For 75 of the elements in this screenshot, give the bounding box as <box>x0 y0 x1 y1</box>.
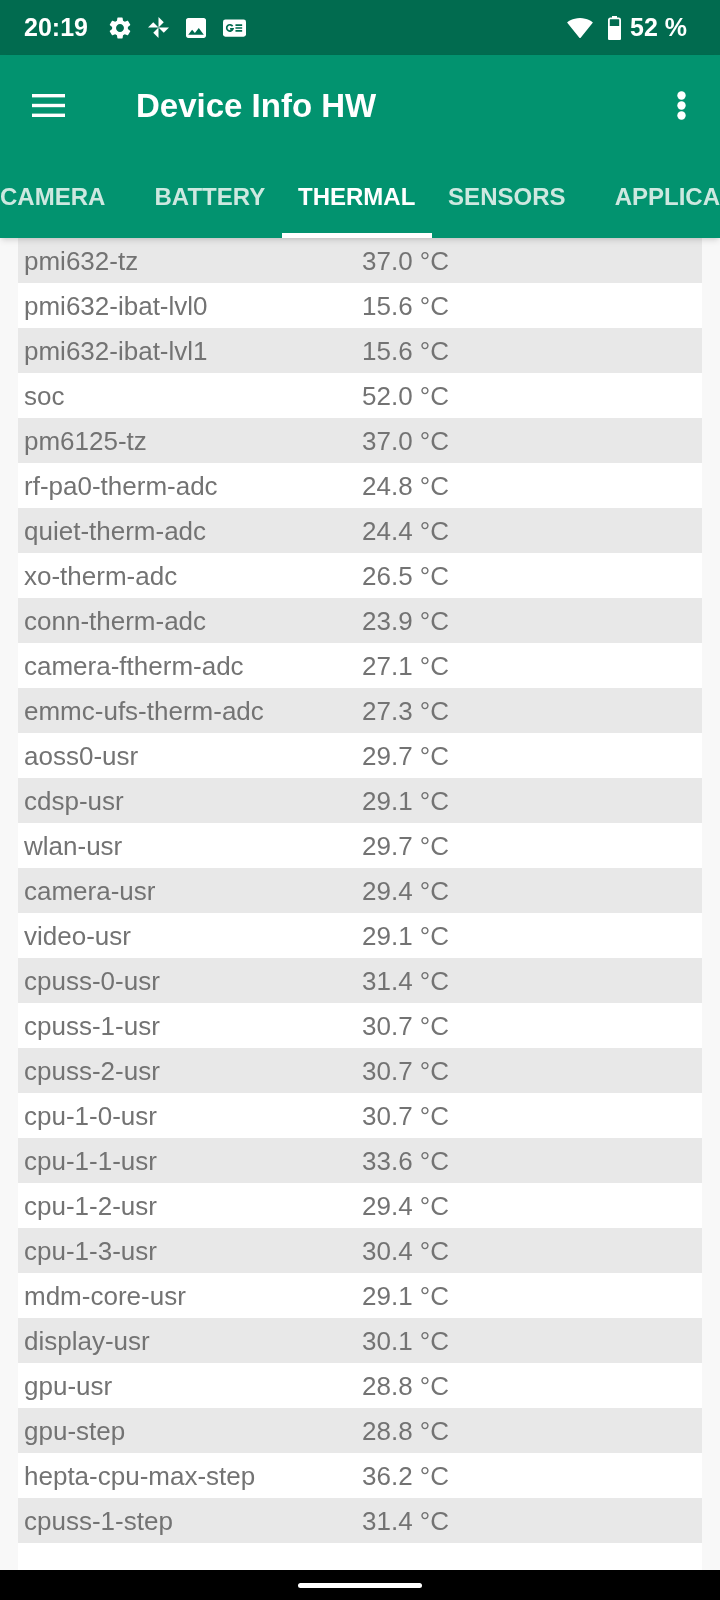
temperature-value: 27.3 °C <box>362 697 449 724</box>
temperature-value: 30.7 °C <box>362 1012 449 1039</box>
sensor-name: cpu-1-2-usr <box>24 1192 158 1219</box>
battery-percentage: 52 % <box>630 15 687 40</box>
sensor-name: soc <box>24 382 66 409</box>
temperature-value: 36.2 °C <box>362 1462 449 1489</box>
temperature-value: 37.0 °C <box>362 427 449 454</box>
temperature-value: 29.4 °C <box>362 877 449 904</box>
tab[interactable]: CAMERA <box>0 155 139 238</box>
temperature-value: 37.0 °C <box>362 247 449 274</box>
home-indicator[interactable] <box>298 1582 422 1588</box>
clock-time: 20:19 <box>24 15 88 40</box>
sensor-name: camera-ftherm-adc <box>24 652 245 679</box>
wifi-icon <box>567 17 593 38</box>
temperature-value: 29.1 °C <box>362 787 449 814</box>
temperature-value: 33.6 °C <box>362 1147 449 1174</box>
app-title: Device Info HW <box>136 88 377 122</box>
sensor-name: quiet-therm-adc <box>24 517 208 544</box>
pinwheel-icon <box>147 17 169 38</box>
temperature-value: 29.7 °C <box>362 832 449 859</box>
sensor-name: cpuss-1-step <box>24 1507 174 1534</box>
temperature-value: 26.5 °C <box>362 562 449 589</box>
temperature-value: 29.4 °C <box>362 1192 449 1219</box>
battery-icon <box>608 15 621 40</box>
temperature-value: 30.1 °C <box>362 1327 449 1354</box>
tab[interactable]: BATTERY <box>138 155 282 238</box>
tab[interactable]: THERMAL <box>281 155 432 238</box>
sensor-name: conn-therm-adc <box>24 607 208 634</box>
temperature-value: 28.8 °C <box>362 1417 449 1444</box>
sensor-name: cpuss-0-usr <box>24 967 161 994</box>
sensor-name: video-usr <box>24 922 132 949</box>
temperature-value: 30.7 °C <box>362 1102 449 1129</box>
tab[interactable]: SENSORS <box>431 155 582 238</box>
sensor-name: pmi632-ibat-lvl1 <box>24 337 209 364</box>
sensor-name: display-usr <box>24 1327 151 1354</box>
sensor-name: pmi632-ibat-lvl0 <box>24 292 209 319</box>
sensor-name: cpu-1-1-usr <box>24 1147 158 1174</box>
temperature-value: 31.4 °C <box>362 1507 449 1534</box>
temperature-value: 29.7 °C <box>362 742 449 769</box>
menu-icon <box>32 93 65 117</box>
sensor-name: camera-usr <box>24 877 157 904</box>
temperature-value: 30.7 °C <box>362 1057 449 1084</box>
temperature-value: 29.1 °C <box>362 1282 449 1309</box>
temperature-value: 24.4 °C <box>362 517 449 544</box>
sensor-name: mdm-core-usr <box>24 1282 187 1309</box>
tab[interactable]: APPLICA <box>581 155 720 238</box>
news-card-icon <box>222 18 246 37</box>
sensor-name: pmi632-tz <box>24 247 140 274</box>
sensor-name: cpu-1-0-usr <box>24 1102 158 1129</box>
temperature-value: 27.1 °C <box>362 652 449 679</box>
temperature-value: 29.1 °C <box>362 922 449 949</box>
temperature-value: 23.9 °C <box>362 607 449 634</box>
sensor-name: cdsp-usr <box>24 787 125 814</box>
sensor-name: cpuss-2-usr <box>24 1057 161 1084</box>
sensor-name: hepta-cpu-max-step <box>24 1462 257 1489</box>
more-options-icon <box>677 90 686 120</box>
sensor-name: pm6125-tz <box>24 427 148 454</box>
temperature-value: 28.8 °C <box>362 1372 449 1399</box>
temperature-value: 24.8 °C <box>362 472 449 499</box>
image-icon <box>185 17 206 38</box>
sensor-name: cpu-1-3-usr <box>24 1237 158 1264</box>
sensor-name: gpu-usr <box>24 1372 114 1399</box>
sensor-name: aoss0-usr <box>24 742 140 769</box>
sensor-name: gpu-step <box>24 1417 127 1444</box>
sensor-name: emmc-ufs-therm-adc <box>24 697 265 724</box>
temperature-value: 52.0 °C <box>362 382 449 409</box>
temperature-value: 31.4 °C <box>362 967 449 994</box>
sensor-name: wlan-usr <box>24 832 124 859</box>
temperature-value: 15.6 °C <box>362 292 449 319</box>
temperature-value: 30.4 °C <box>362 1237 449 1264</box>
sensor-name: cpuss-1-usr <box>24 1012 161 1039</box>
sensor-name: rf-pa0-therm-adc <box>24 472 219 499</box>
sensor-name: xo-therm-adc <box>24 562 179 589</box>
settings-icon <box>108 16 131 39</box>
temperature-value: 15.6 °C <box>362 337 449 364</box>
